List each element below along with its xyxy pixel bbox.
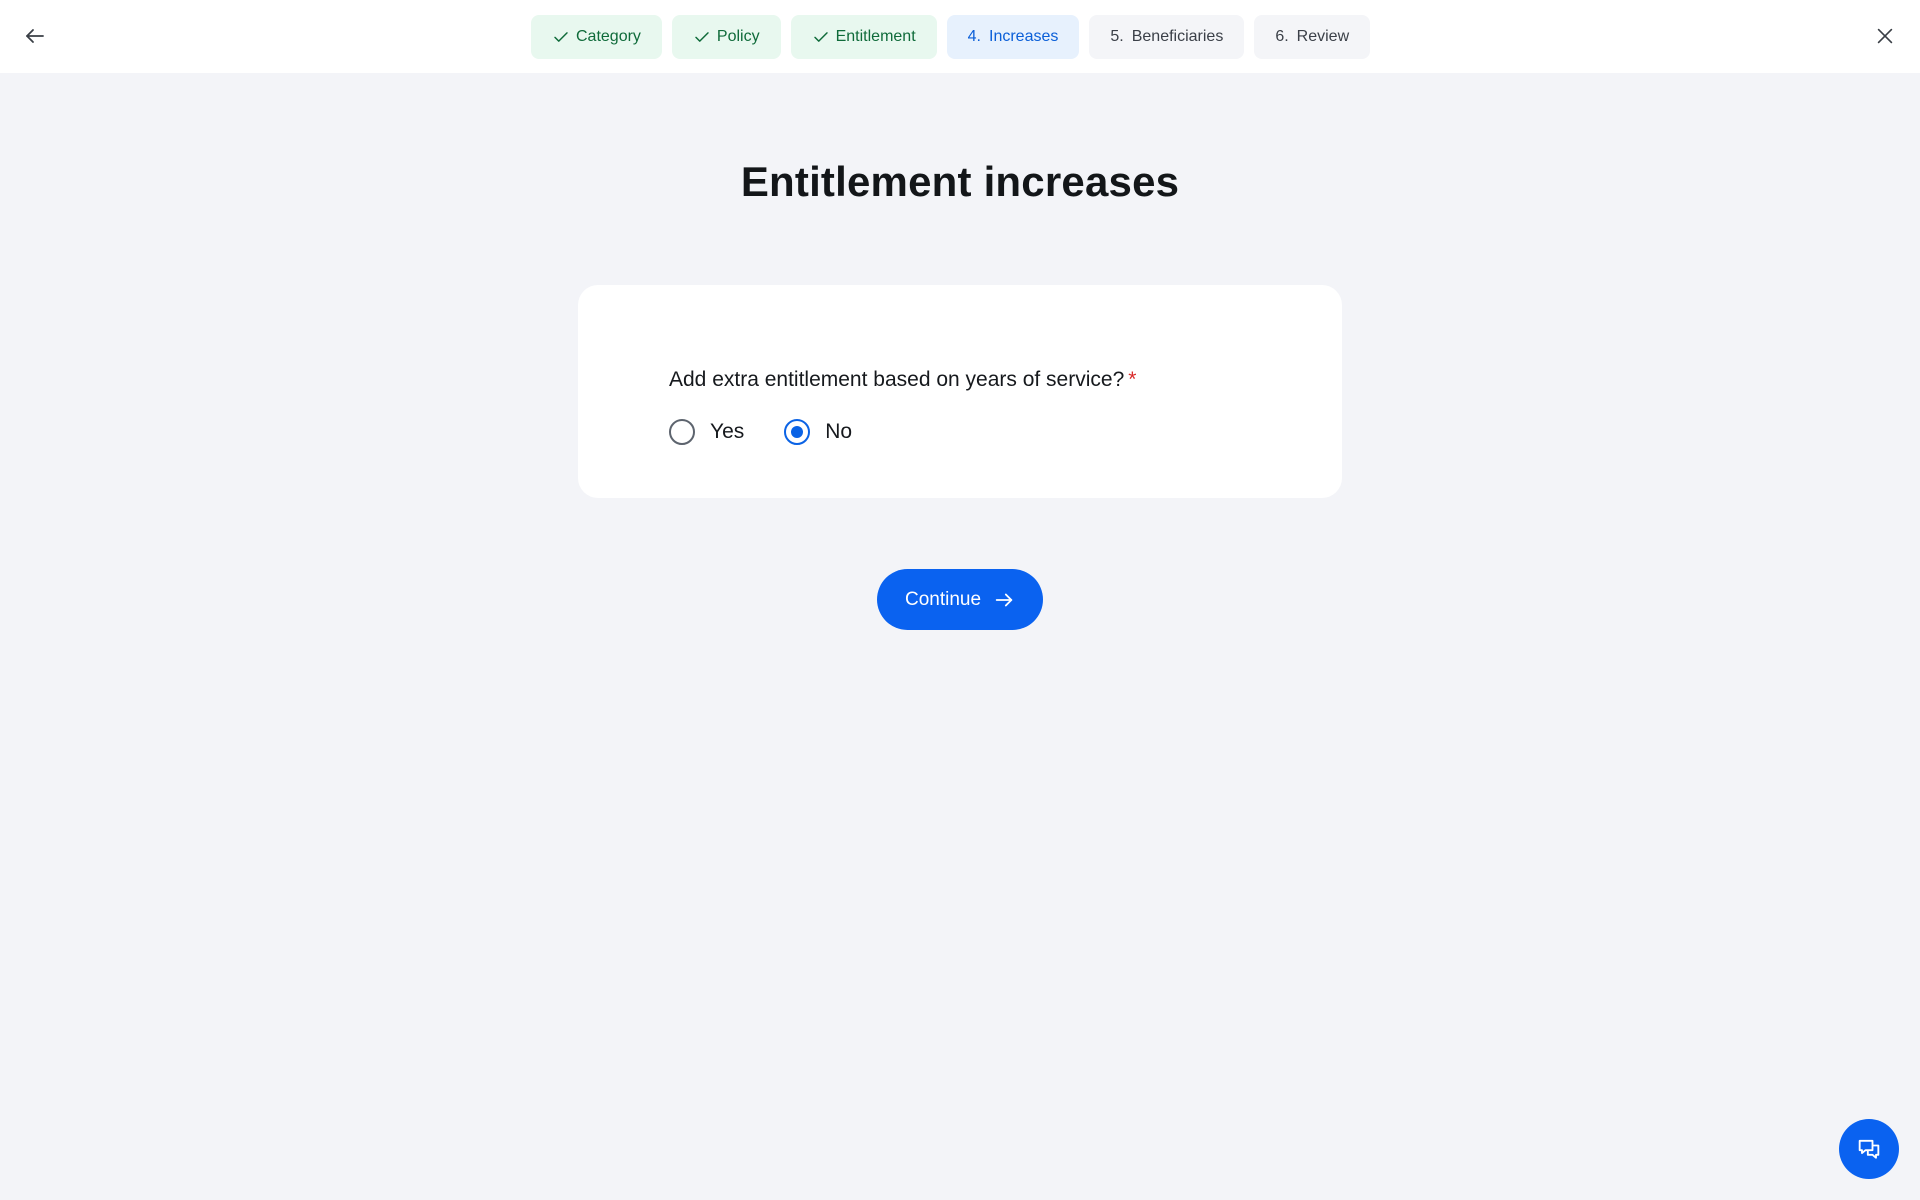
check-icon	[554, 32, 568, 42]
option-no[interactable]: No	[784, 419, 852, 445]
arrow-right-icon	[995, 593, 1013, 606]
question-label: Add extra entitlement based on years of …	[669, 368, 1136, 392]
option-yes[interactable]: Yes	[669, 419, 744, 445]
step-number: 5.	[1110, 28, 1124, 45]
step-increases[interactable]: 4. Increases	[946, 15, 1080, 59]
close-icon	[1877, 28, 1893, 44]
question-card: Add extra entitlement based on years of …	[578, 285, 1342, 498]
arrow-left-icon	[26, 29, 44, 43]
step-review[interactable]: 6. Review	[1254, 15, 1371, 59]
chat-button[interactable]	[1839, 1119, 1899, 1179]
close-button[interactable]	[1863, 14, 1907, 58]
step-label: Increases	[989, 28, 1059, 45]
back-button[interactable]	[13, 14, 57, 58]
question-text: Add extra entitlement based on years of …	[669, 368, 1125, 391]
step-policy[interactable]: Policy	[671, 15, 781, 59]
radio-selected-dot	[791, 426, 804, 438]
option-label: Yes	[710, 420, 745, 443]
radio-group: Yes No	[669, 419, 852, 445]
step-beneficiaries[interactable]: 5. Beneficiaries	[1089, 15, 1245, 59]
step-label: Category	[576, 28, 641, 45]
step-entitlement[interactable]: Entitlement	[790, 15, 937, 59]
option-label: No	[825, 420, 853, 443]
chat-icon	[1858, 1139, 1880, 1159]
stepper: Category Policy Entitlement 4. Increases…	[531, 15, 1371, 59]
step-label: Entitlement	[835, 28, 916, 45]
top-bar: Category Policy Entitlement 4. Increases…	[0, 0, 1920, 73]
page-title: Entitlement increases	[740, 158, 1180, 205]
step-label: Beneficiaries	[1131, 28, 1224, 45]
step-label: Review	[1296, 28, 1350, 45]
continue-label: Continue	[904, 588, 982, 610]
required-marker: *	[1128, 368, 1137, 391]
step-category[interactable]: Category	[531, 15, 662, 59]
step-number: 6.	[1275, 28, 1289, 45]
step-number: 4.	[967, 28, 981, 45]
check-icon	[813, 32, 828, 42]
check-icon	[695, 32, 709, 42]
radio-no[interactable]	[784, 419, 811, 445]
radio-yes[interactable]	[669, 419, 695, 445]
continue-button[interactable]: Continue	[877, 569, 1043, 630]
step-label: Policy	[716, 28, 760, 45]
